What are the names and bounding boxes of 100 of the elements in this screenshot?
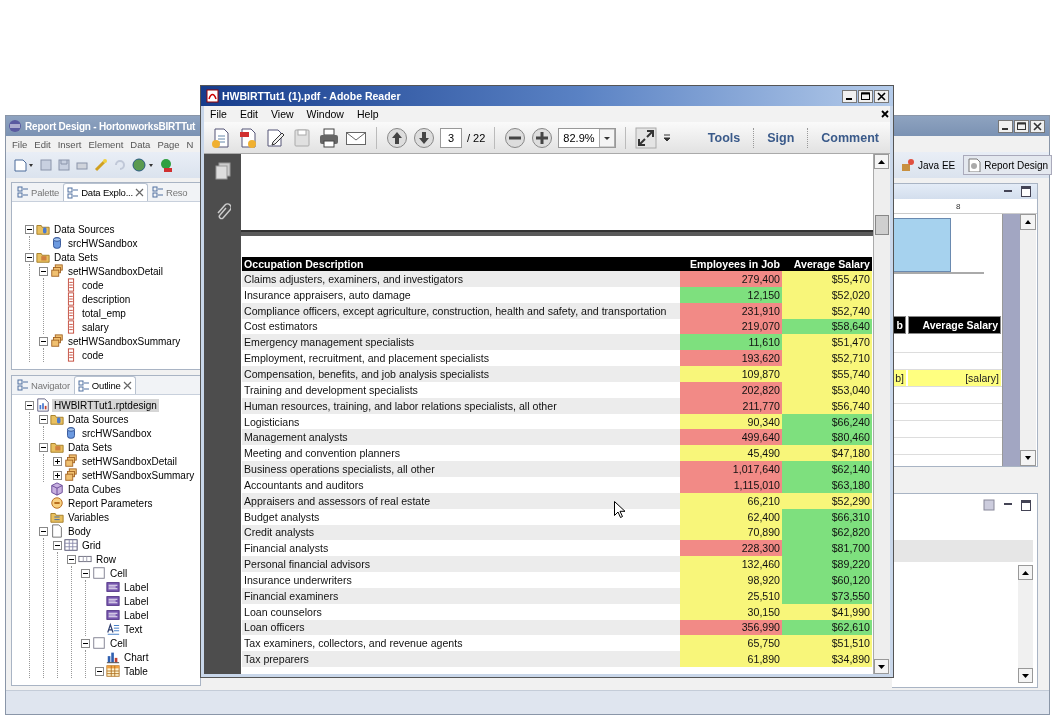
panel-tab[interactable]: Navigator: [14, 376, 73, 394]
minus-box-icon[interactable]: [39, 336, 48, 346]
menu-item[interactable]: Insert: [57, 138, 82, 150]
caret-icon[interactable]: [662, 132, 673, 143]
panel-tab[interactable]: Palette: [14, 183, 63, 201]
scroll-thumb[interactable]: [875, 215, 889, 235]
minus-box-icon[interactable]: [39, 414, 48, 424]
tree-item[interactable]: setHWSandboxDetail: [80, 454, 180, 468]
minus-box-icon[interactable]: [81, 638, 90, 648]
page-field[interactable]: 3: [440, 127, 462, 148]
scroll-down-icon[interactable]: [1020, 450, 1036, 466]
maximize-button[interactable]: [858, 89, 873, 103]
menu-item[interactable]: Page: [157, 138, 180, 150]
panel-link[interactable]: Comment: [821, 130, 879, 145]
menu-item[interactable]: N: [186, 138, 194, 150]
tree-item[interactable]: code: [80, 278, 106, 292]
tree-item[interactable]: code: [80, 348, 106, 362]
plus-box-icon[interactable]: [53, 470, 62, 480]
panel-tab[interactable]: Outline: [73, 376, 136, 394]
tree-item[interactable]: Grid: [80, 538, 103, 552]
tree-item[interactable]: setHWSandboxDetail: [66, 264, 166, 278]
plus-box-icon[interactable]: [53, 456, 62, 466]
minus-box-icon[interactable]: [95, 666, 104, 676]
close-document-icon[interactable]: [880, 109, 890, 119]
minus-box-icon[interactable]: [25, 252, 34, 262]
tree-item[interactable]: setHWSandboxSummary: [66, 334, 183, 348]
minus-box-icon[interactable]: [81, 568, 90, 578]
tree-item[interactable]: Cell: [108, 636, 130, 650]
tree-item[interactable]: Cell: [108, 566, 130, 580]
close-icon[interactable]: [122, 381, 132, 390]
tree-item[interactable]: setHWSandboxSummary: [80, 468, 197, 482]
scroll-up-icon[interactable]: [1020, 214, 1036, 230]
tree-item[interactable]: Variables: [66, 510, 111, 524]
panel-link[interactable]: Sign: [767, 130, 795, 145]
maximize-icon[interactable]: [1021, 499, 1031, 511]
tree-item[interactable]: srcHWSandbox: [66, 236, 140, 250]
tree-item[interactable]: Row: [94, 552, 118, 566]
tree-item[interactable]: Table: [122, 664, 150, 678]
close-button[interactable]: [1030, 119, 1045, 133]
minus-box-icon[interactable]: [25, 400, 34, 410]
document-icon[interactable]: [237, 126, 259, 149]
minus-box-icon[interactable]: [25, 224, 34, 234]
print-icon[interactable]: [318, 126, 340, 149]
panel-tab[interactable]: Data Explo...: [63, 183, 148, 201]
expand-icon[interactable]: [635, 126, 658, 149]
menu-item[interactable]: Edit: [34, 138, 51, 150]
minus-box-icon[interactable]: [67, 554, 76, 564]
tree-item[interactable]: description: [80, 292, 133, 306]
tree-item[interactable]: Chart: [122, 650, 151, 664]
scrollbar[interactable]: [1018, 565, 1033, 683]
maximize-button[interactable]: [1014, 119, 1029, 133]
paperclip-icon[interactable]: [214, 202, 231, 220]
minus-box-icon[interactable]: [39, 266, 48, 276]
menu-item[interactable]: Data: [130, 138, 151, 150]
menu-item[interactable]: Edit: [239, 108, 258, 120]
tree-item[interactable]: Label: [122, 608, 151, 622]
run-icon[interactable]: [160, 158, 172, 172]
zoom-in-icon[interactable]: [531, 126, 554, 149]
zoom-out-icon[interactable]: [504, 126, 527, 149]
menu-item[interactable]: Window: [306, 108, 344, 120]
maximize-icon[interactable]: [1021, 186, 1031, 197]
scroll-down-icon[interactable]: [1018, 668, 1033, 683]
minus-box-icon[interactable]: [53, 540, 62, 550]
pages-icon[interactable]: [214, 162, 231, 180]
menu-item[interactable]: File: [12, 138, 28, 150]
menu-item[interactable]: File: [210, 108, 227, 120]
tree-item[interactable]: Label: [122, 580, 151, 594]
tree-item[interactable]: HWBIRTTut1.rptdesign: [52, 398, 159, 412]
close-icon[interactable]: [135, 188, 144, 197]
globe-icon[interactable]: [132, 158, 154, 172]
close-button[interactable]: [874, 89, 889, 103]
minimize-button[interactable]: [842, 89, 857, 103]
tree-item[interactable]: Data Sources: [52, 222, 117, 236]
tree-item[interactable]: Data Sets: [52, 250, 100, 264]
scrollbar[interactable]: [873, 154, 890, 674]
menu-item[interactable]: View: [271, 108, 294, 120]
menu-item[interactable]: Help: [356, 108, 379, 120]
perspective-button[interactable]: Report Design: [963, 155, 1053, 175]
tree-item[interactable]: Report Parameters: [66, 496, 155, 510]
tree-item[interactable]: Text: [122, 622, 145, 636]
scroll-up-icon[interactable]: [1018, 565, 1033, 580]
down-icon[interactable]: [413, 126, 435, 149]
tree-item[interactable]: Data Cubes: [66, 482, 123, 496]
tree-item[interactable]: Label: [122, 594, 151, 608]
new-file-icon[interactable]: [14, 158, 34, 172]
scroll-down-icon[interactable]: [874, 659, 889, 674]
document-icon[interactable]: [210, 126, 232, 149]
minus-box-icon[interactable]: [39, 442, 48, 452]
tree-item[interactable]: Data Sources: [66, 412, 131, 426]
dropdown-icon[interactable]: [599, 128, 616, 147]
scroll-up-icon[interactable]: [874, 154, 889, 169]
minimize-button[interactable]: [998, 119, 1013, 133]
tree-item[interactable]: srcHWSandbox: [80, 426, 154, 440]
menu-item[interactable]: Element: [88, 138, 124, 150]
scrollbar[interactable]: [1020, 214, 1036, 466]
tree-item[interactable]: total_emp: [80, 306, 128, 320]
panel-tab[interactable]: Reso: [149, 183, 191, 201]
tree-item[interactable]: Data Sets: [66, 440, 114, 454]
edit-icon[interactable]: [264, 126, 286, 149]
tree-item[interactable]: salary: [80, 320, 111, 334]
